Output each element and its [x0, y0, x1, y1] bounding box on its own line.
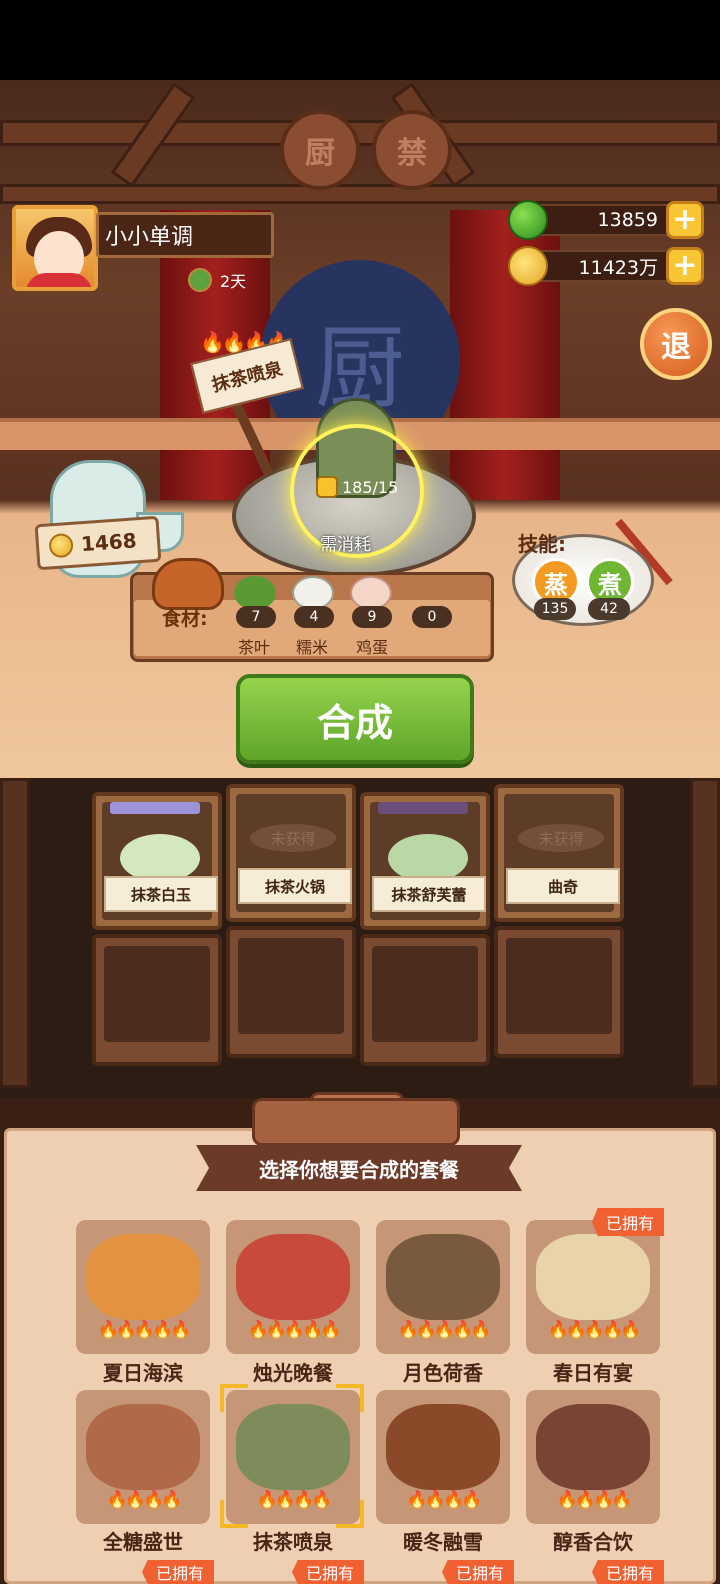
rice-icon — [292, 576, 334, 610]
set-name: 春日有宴 — [553, 1361, 633, 1385]
days-indicator: 2天 — [188, 268, 246, 292]
exit-button[interactable]: 退 — [640, 308, 712, 380]
coin-icon — [508, 246, 548, 286]
plaque: 禁 — [372, 110, 452, 190]
set-name: 暖冬融雪 — [403, 1530, 483, 1554]
set-card[interactable]: 🔥🔥🔥🔥 — [76, 1390, 210, 1524]
shelf-slot[interactable]: 抹茶舒芙蕾 — [360, 792, 490, 930]
shelf-slot[interactable]: 抹茶白玉 — [92, 792, 222, 930]
owned-badge: 已拥有 — [592, 1560, 664, 1584]
ingredient-name: 糯米 — [296, 638, 329, 657]
slot-label: 抹茶舒芙蕾 — [372, 876, 486, 912]
difficulty-flames: 🔥🔥🔥🔥 — [106, 1490, 183, 1510]
price-value: 1468 — [80, 528, 138, 557]
resource-value: 13859 — [597, 209, 658, 231]
slot-label: 抹茶火锅 — [238, 868, 352, 904]
set-name: 全糖盛世 — [103, 1530, 183, 1554]
set-name: 夏日海滨 — [103, 1361, 183, 1385]
add-coin-button[interactable]: + — [666, 247, 704, 285]
set-card[interactable]: 🔥🔥🔥🔥🔥 — [76, 1220, 210, 1354]
set-name: 抹茶喷泉 — [253, 1530, 333, 1554]
ingredient-count: 9 — [352, 606, 392, 628]
set-card[interactable]: 🔥🔥🔥🔥 — [526, 1390, 660, 1524]
set-image — [386, 1404, 500, 1490]
slot-label: 曲奇 — [506, 868, 620, 904]
set-card[interactable]: 🔥🔥🔥🔥🔥 — [376, 1220, 510, 1354]
ingredient-name: 鸡蛋 — [356, 638, 389, 657]
resource-apple: 13859 + — [508, 200, 704, 240]
panel-title: 选择你想要合成的套餐 — [196, 1145, 522, 1191]
apple-icon — [508, 200, 548, 240]
shelf-side — [690, 778, 720, 1088]
difficulty-flames: 🔥🔥🔥🔥🔥 — [547, 1320, 642, 1340]
set-image — [386, 1234, 500, 1320]
storage-box — [92, 934, 222, 1066]
days-text: 2天 — [220, 272, 247, 291]
cost-value: 185/15 — [342, 477, 399, 497]
coin-icon — [48, 532, 74, 559]
ingredient-label: 食材: — [162, 608, 208, 630]
set-card[interactable]: 🔥🔥🔥🔥🔥 — [226, 1220, 360, 1354]
locked-status: 未获得 — [518, 824, 604, 852]
storage-box — [360, 934, 490, 1066]
skill-label: 技能: — [518, 532, 566, 556]
set-image — [536, 1404, 650, 1490]
key-icon — [188, 268, 212, 292]
roof-beam — [0, 120, 720, 146]
slot-label: 抹茶白玉 — [104, 876, 218, 912]
ingredient-count: 7 — [236, 606, 276, 628]
set-name: 烛光晚餐 — [253, 1361, 333, 1385]
dish-icon — [120, 834, 200, 882]
owned-badge: 已拥有 — [292, 1560, 364, 1584]
shelf-slot[interactable]: 未获得 曲奇 — [494, 784, 624, 922]
panel-handle — [252, 1098, 460, 1146]
player-name: 小小单调 — [96, 212, 274, 258]
price-tag: 1468 — [34, 515, 162, 571]
cost-indicator: 185/15 — [316, 476, 416, 498]
rarity-bar — [378, 802, 468, 814]
skill-count: 42 — [588, 598, 630, 620]
tea-leaf-icon — [234, 576, 276, 610]
synthesize-button[interactable]: 合成 — [236, 674, 474, 764]
set-image — [86, 1234, 200, 1320]
set-name: 月色荷香 — [403, 1361, 483, 1385]
storage-box — [226, 926, 356, 1058]
set-image — [536, 1234, 650, 1320]
shelf-side — [0, 778, 30, 1088]
pot-icon — [152, 558, 224, 610]
egg-icon — [350, 576, 392, 610]
dish-icon — [388, 834, 468, 882]
locked-status: 未获得 — [250, 824, 336, 852]
status-bar — [0, 0, 720, 80]
ingredient-count: 0 — [412, 606, 452, 628]
difficulty-flames: 🔥🔥🔥🔥 — [406, 1490, 483, 1510]
owned-badge: 已拥有 — [592, 1208, 664, 1236]
add-apple-button[interactable]: + — [666, 201, 704, 239]
difficulty-flames: 🔥🔥🔥🔥🔥 — [397, 1320, 492, 1340]
set-name: 醇香合饮 — [553, 1530, 633, 1554]
resource-coin: 11423万 + — [508, 246, 704, 286]
set-image — [236, 1234, 350, 1320]
difficulty-flames: 🔥🔥🔥🔥🔥 — [97, 1320, 192, 1340]
owned-badge: 已拥有 — [442, 1560, 514, 1584]
set-card[interactable]: 🔥🔥🔥🔥 — [376, 1390, 510, 1524]
need-label: 需消耗 — [320, 535, 371, 555]
plaque: 厨 — [280, 110, 360, 190]
rarity-bar — [110, 802, 200, 814]
ingredient-name: 茶叶 — [238, 638, 271, 657]
resource-value: 11423万 — [578, 256, 658, 279]
set-image — [86, 1404, 200, 1490]
difficulty-flames: 🔥🔥🔥🔥 — [556, 1490, 633, 1510]
skill-count: 135 — [534, 598, 576, 620]
shelf-slot[interactable]: 未获得 抹茶火锅 — [226, 784, 356, 922]
avatar[interactable] — [12, 205, 98, 291]
owned-badge: 已拥有 — [142, 1560, 214, 1584]
storage-box — [494, 926, 624, 1058]
ingredient-count: 4 — [294, 606, 334, 628]
selection-frame — [220, 1384, 364, 1528]
set-card[interactable]: 🔥🔥🔥🔥🔥 — [526, 1220, 660, 1354]
difficulty-flames: 🔥🔥🔥🔥🔥 — [247, 1320, 342, 1340]
ticket-icon — [316, 476, 338, 498]
